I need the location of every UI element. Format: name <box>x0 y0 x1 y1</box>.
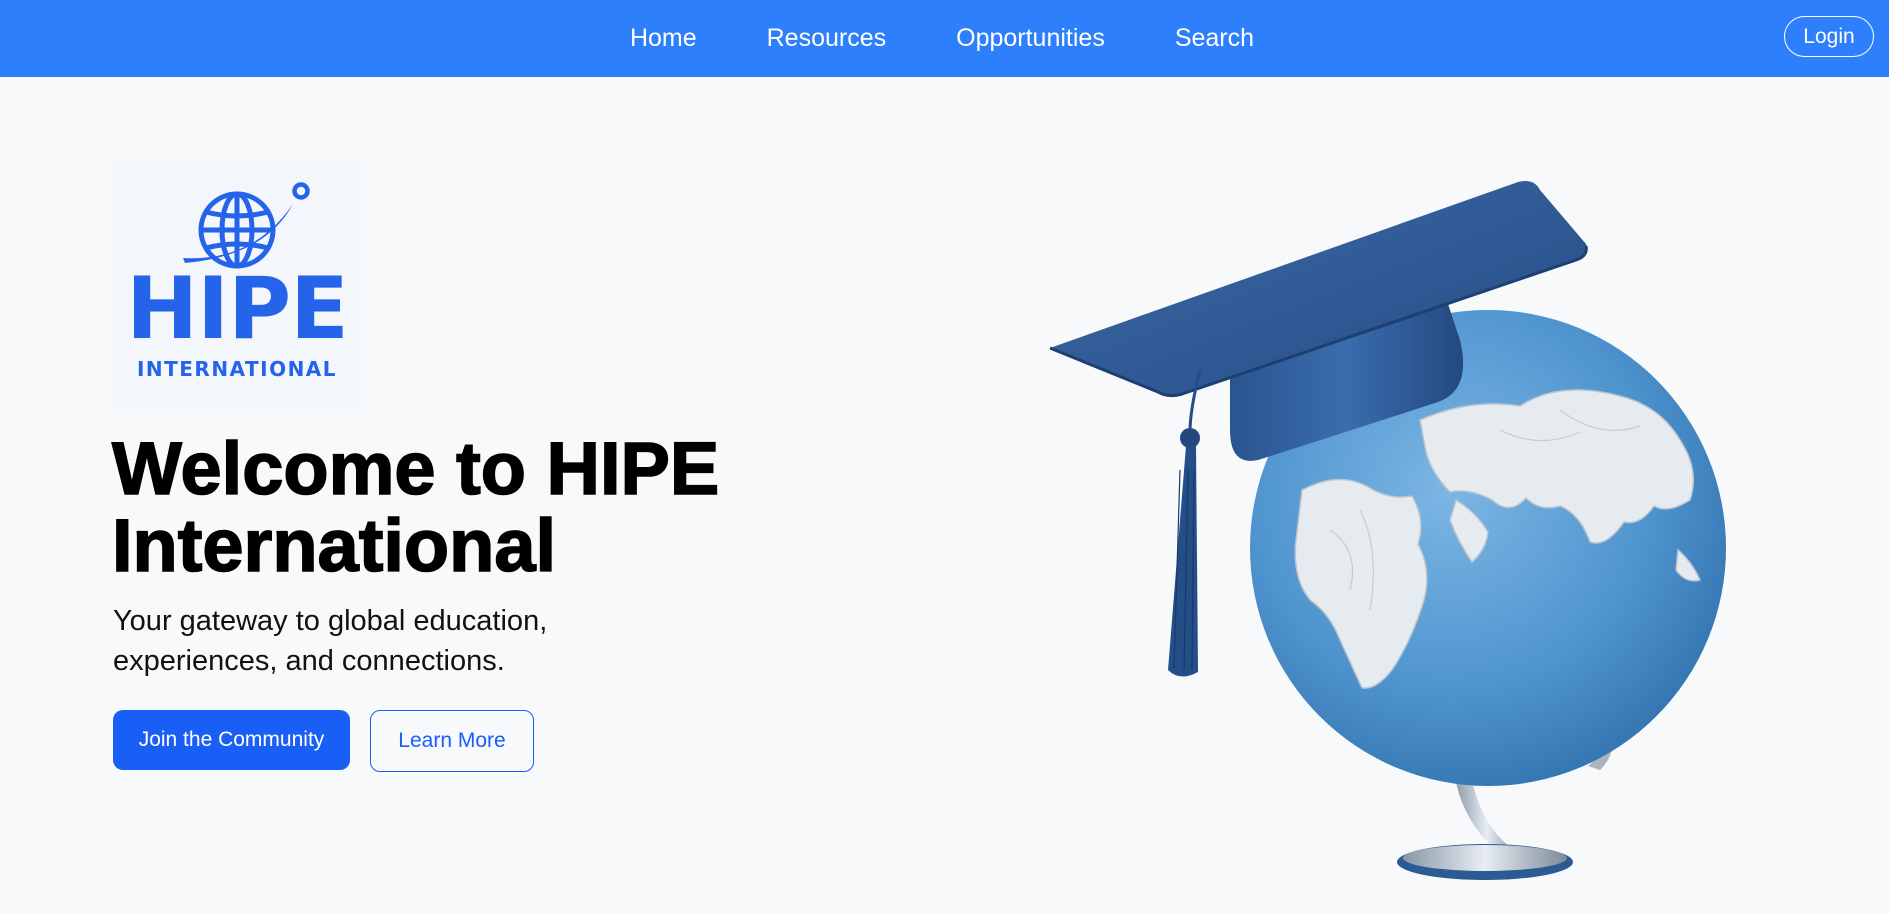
logo-wordmark: HIPE <box>126 259 349 359</box>
join-community-button[interactable]: Join the Community <box>113 710 350 770</box>
hero-subtitle: Your gateway to global education, experi… <box>113 605 548 677</box>
top-navbar: Home Resources Opportunities Search Logi… <box>0 0 1889 77</box>
graduation-globe-image <box>1049 181 1726 880</box>
learn-more-button[interactable]: Learn More <box>370 710 534 772</box>
nav-links: Home Resources Opportunities Search <box>0 0 1889 77</box>
hipe-logo: HIPE INTERNATIONAL <box>113 160 361 408</box>
nav-link-home[interactable]: Home <box>630 24 697 53</box>
hero-title: Welcome to HIPE International <box>111 427 720 587</box>
nav-link-resources[interactable]: Resources <box>767 24 887 53</box>
logo-subtitle: INTERNATIONAL <box>136 357 338 381</box>
nav-link-opportunities[interactable]: Opportunities <box>956 24 1105 53</box>
login-button[interactable]: Login <box>1784 16 1874 57</box>
nav-link-search[interactable]: Search <box>1175 24 1254 53</box>
